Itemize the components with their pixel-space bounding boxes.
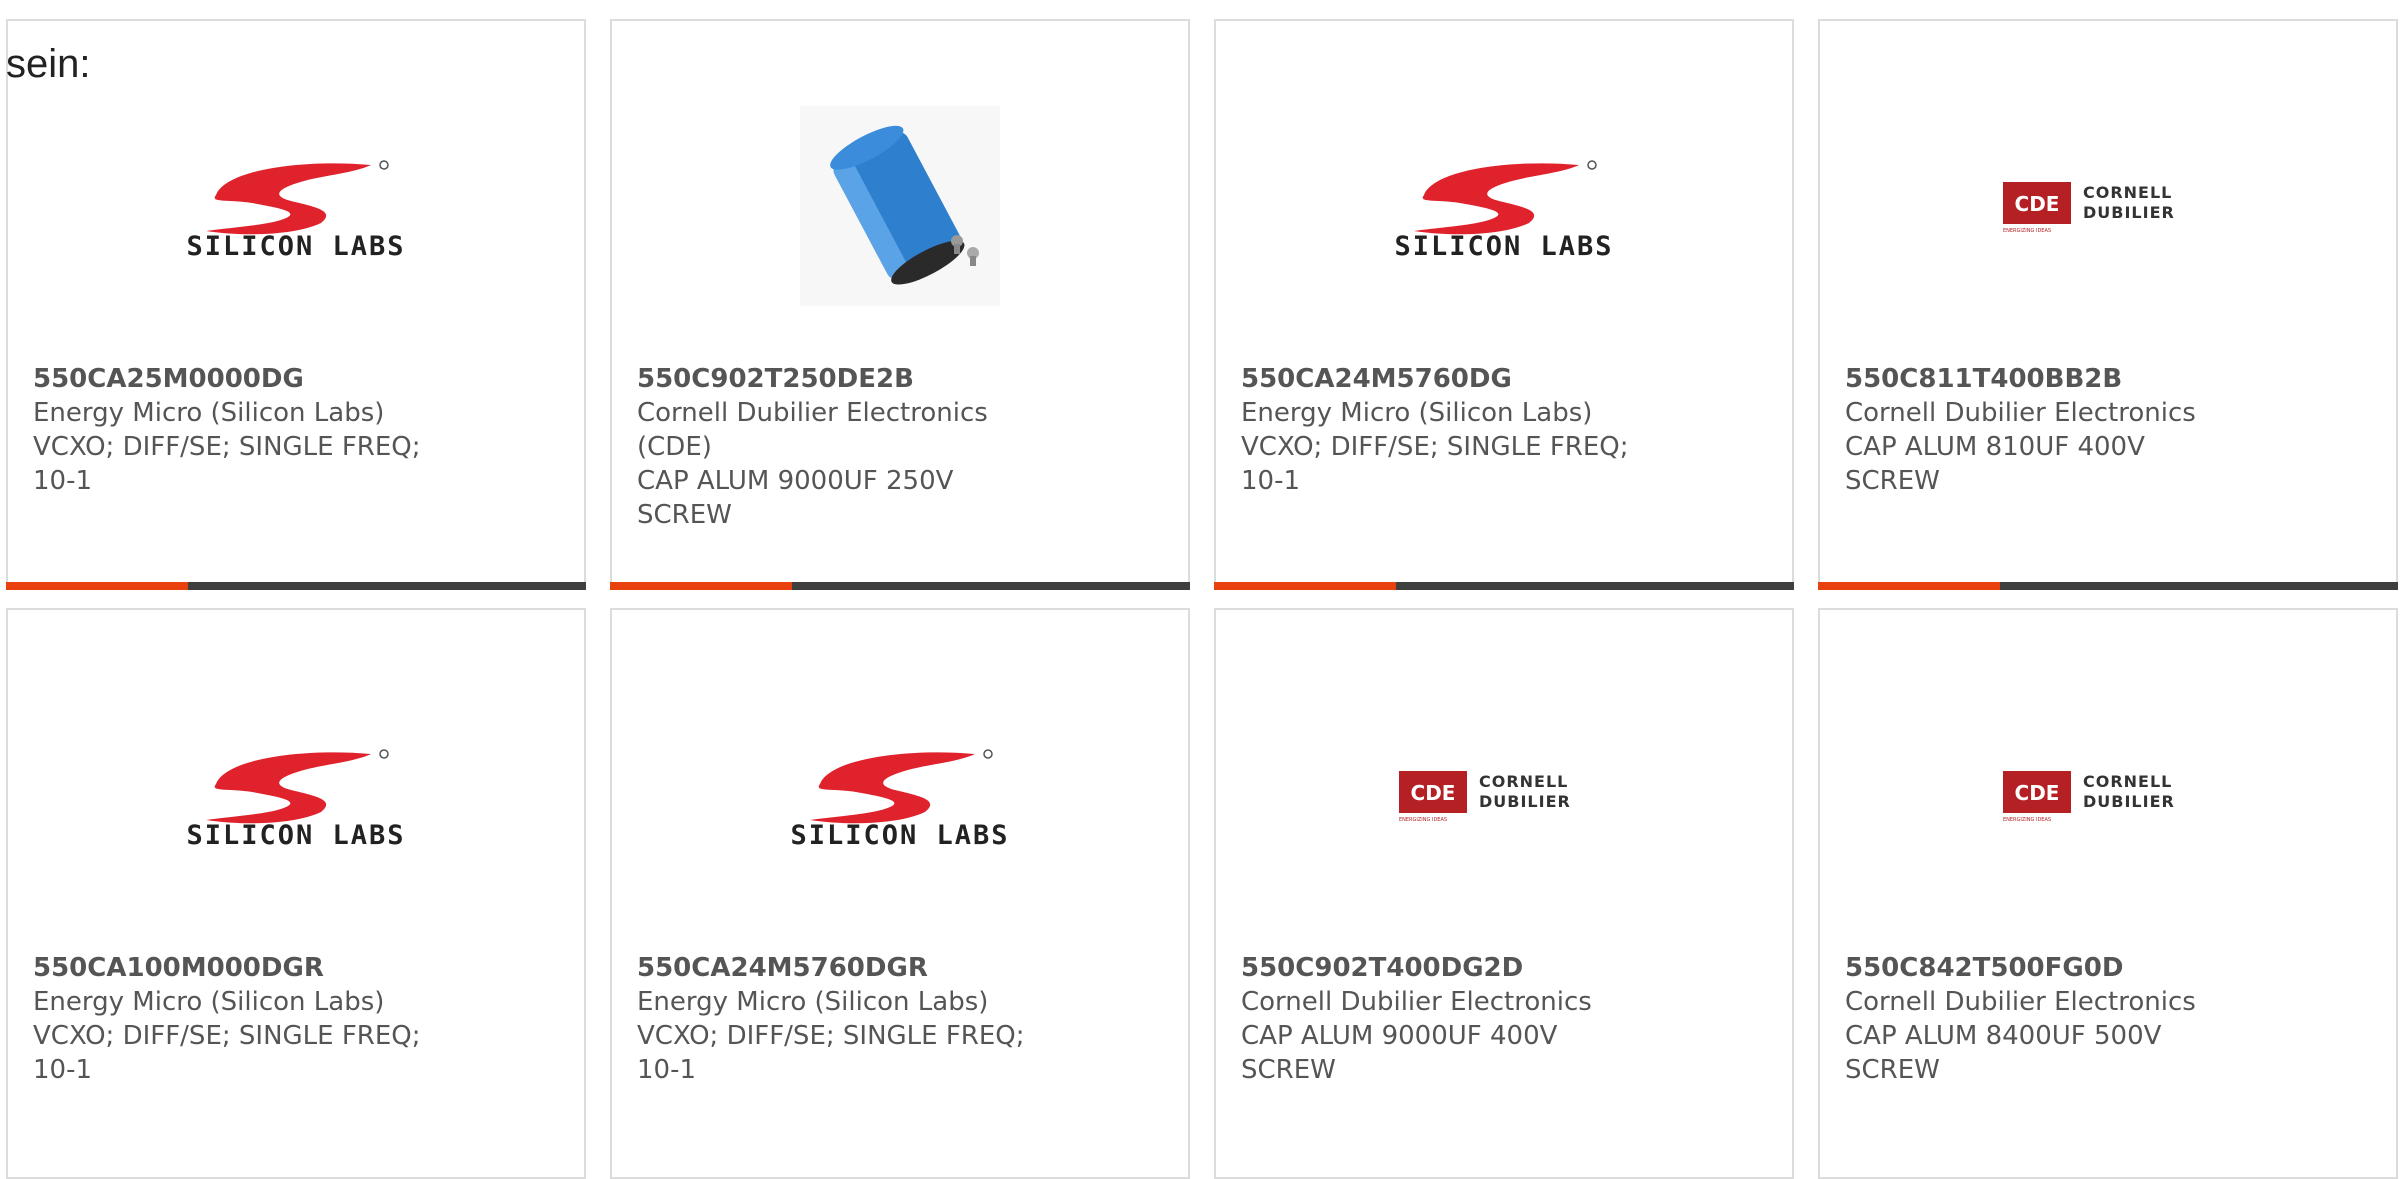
silicon-labs-logo: SILICON LABS: [8, 675, 584, 915]
part-number[interactable]: 550C902T400DG2D: [1241, 951, 1642, 985]
manufacturer: Cornell Dubilier Electronics: [1241, 987, 1592, 1017]
product-card[interactable]: SILICON LABS 550CA100M000DGR Energy Micr…: [6, 608, 586, 1179]
description: CAP ALUM 9000UF 400V SCREW: [1241, 1021, 1558, 1085]
part-number[interactable]: 550C811T400BB2B: [1845, 362, 2246, 396]
description-cont: 10-1: [33, 1055, 93, 1085]
section-heading: sein:: [6, 42, 91, 86]
product-info: 550CA24M5760DG Energy Micro (Silicon Lab…: [1241, 362, 1642, 498]
part-number[interactable]: 550CA100M000DGR: [33, 951, 434, 985]
product-card[interactable]: SILICON LABS 550CA24M5760DGR Energy Micr…: [610, 608, 1190, 1179]
manufacturer: Energy Micro (Silicon Labs): [637, 987, 989, 1017]
manufacturer: Energy Micro (Silicon Labs): [1241, 398, 1593, 428]
part-number[interactable]: 550CA24M5760DG: [1241, 362, 1642, 396]
product-grid: SILICON LABS 550CA25M0000DG Energy Micro…: [6, 19, 2398, 1179]
description: CAP ALUM 8400UF 500V SCREW: [1845, 1021, 2162, 1085]
svg-text:ENERGIZING IDEAS: ENERGIZING IDEAS: [2003, 817, 2051, 823]
svg-text:ENERGIZING IDEAS: ENERGIZING IDEAS: [1399, 817, 1447, 823]
product-card[interactable]: 550C902T250DE2B Cornell Dubilier Electro…: [610, 19, 1190, 590]
product-info: 550C811T400BB2B Cornell Dubilier Electro…: [1845, 362, 2246, 498]
svg-text:CORNELL: CORNELL: [1479, 772, 1568, 791]
svg-text:DUBILIER: DUBILIER: [2083, 792, 2175, 811]
description-cont: 10-1: [33, 466, 93, 496]
product-info: 550CA25M0000DG Energy Micro (Silicon Lab…: [33, 362, 434, 498]
product-info: 550C902T400DG2D Cornell Dubilier Electro…: [1241, 951, 1642, 1087]
cornell-dubilier-logo: CDE ENERGIZING IDEAS CORNELL DUBILIER: [1820, 675, 2396, 915]
product-info: 550CA24M5760DGR Energy Micro (Silicon La…: [637, 951, 1038, 1087]
silicon-labs-logo: SILICON LABS: [8, 86, 584, 326]
svg-text:SILICON LABS: SILICON LABS: [1394, 231, 1613, 261]
manufacturer: Energy Micro (Silicon Labs): [33, 987, 385, 1017]
cornell-dubilier-logo: CDE ENERGIZING IDEAS CORNELL DUBILIER: [1216, 675, 1792, 915]
svg-text:DUBILIER: DUBILIER: [1479, 792, 1571, 811]
card-accent-bar: [6, 582, 188, 590]
silicon-labs-logo: SILICON LABS: [1216, 86, 1792, 326]
svg-text:CDE: CDE: [2015, 192, 2060, 216]
part-number[interactable]: 550C902T250DE2B: [637, 362, 1038, 396]
part-number[interactable]: 550CA25M0000DG: [33, 362, 434, 396]
card-accent-bar: [610, 582, 792, 590]
description: VCXO; DIFF/SE; SINGLE FREQ;: [1241, 432, 1629, 462]
card-bottom-bar: [1214, 582, 1794, 590]
cornell-dubilier-logo: CDE ENERGIZING IDEAS CORNELL DUBILIER: [1820, 86, 2396, 326]
svg-text:CORNELL: CORNELL: [2083, 183, 2172, 202]
svg-text:CDE: CDE: [1411, 781, 1456, 805]
part-number[interactable]: 550C842T500FG0D: [1845, 951, 2246, 985]
card-bottom-bar: [610, 582, 1190, 590]
product-card[interactable]: CDE ENERGIZING IDEAS CORNELL DUBILIER 55…: [1818, 19, 2398, 590]
svg-text:ENERGIZING IDEAS: ENERGIZING IDEAS: [2003, 228, 2051, 234]
description: CAP ALUM 9000UF 250V SCREW: [637, 466, 954, 530]
description-cont: 10-1: [637, 1055, 697, 1085]
svg-text:SILICON LABS: SILICON LABS: [790, 820, 1009, 850]
product-info: 550CA100M000DGR Energy Micro (Silicon La…: [33, 951, 434, 1087]
manufacturer: Cornell Dubilier Electronics (CDE): [637, 398, 988, 462]
product-card[interactable]: SILICON LABS 550CA24M5760DG Energy Micro…: [1214, 19, 1794, 590]
manufacturer: Energy Micro (Silicon Labs): [33, 398, 385, 428]
description: VCXO; DIFF/SE; SINGLE FREQ;: [33, 432, 421, 462]
card-bottom-bar: [1818, 582, 2398, 590]
part-number[interactable]: 550CA24M5760DGR: [637, 951, 1038, 985]
description: CAP ALUM 810UF 400V SCREW: [1845, 432, 2145, 496]
product-info: 550C842T500FG0D Cornell Dubilier Electro…: [1845, 951, 2246, 1087]
manufacturer: Cornell Dubilier Electronics: [1845, 398, 2196, 428]
product-info: 550C902T250DE2B Cornell Dubilier Electro…: [637, 362, 1038, 532]
product-card[interactable]: SILICON LABS 550CA25M0000DG Energy Micro…: [6, 19, 586, 590]
card-accent-bar: [1818, 582, 2000, 590]
description: VCXO; DIFF/SE; SINGLE FREQ;: [637, 1021, 1025, 1051]
svg-text:SILICON LABS: SILICON LABS: [186, 820, 405, 850]
description: VCXO; DIFF/SE; SINGLE FREQ;: [33, 1021, 421, 1051]
manufacturer: Cornell Dubilier Electronics: [1845, 987, 2196, 1017]
card-bottom-bar: [6, 582, 586, 590]
svg-text:SILICON LABS: SILICON LABS: [186, 231, 405, 261]
svg-text:CDE: CDE: [2015, 781, 2060, 805]
product-card[interactable]: CDE ENERGIZING IDEAS CORNELL DUBILIER 55…: [1214, 608, 1794, 1179]
svg-text:DUBILIER: DUBILIER: [2083, 203, 2175, 222]
product-card[interactable]: CDE ENERGIZING IDEAS CORNELL DUBILIER 55…: [1818, 608, 2398, 1179]
svg-text:CORNELL: CORNELL: [2083, 772, 2172, 791]
capacitor-photo: [612, 86, 1188, 326]
description-cont: 10-1: [1241, 466, 1301, 496]
silicon-labs-logo: SILICON LABS: [612, 675, 1188, 915]
card-accent-bar: [1214, 582, 1396, 590]
